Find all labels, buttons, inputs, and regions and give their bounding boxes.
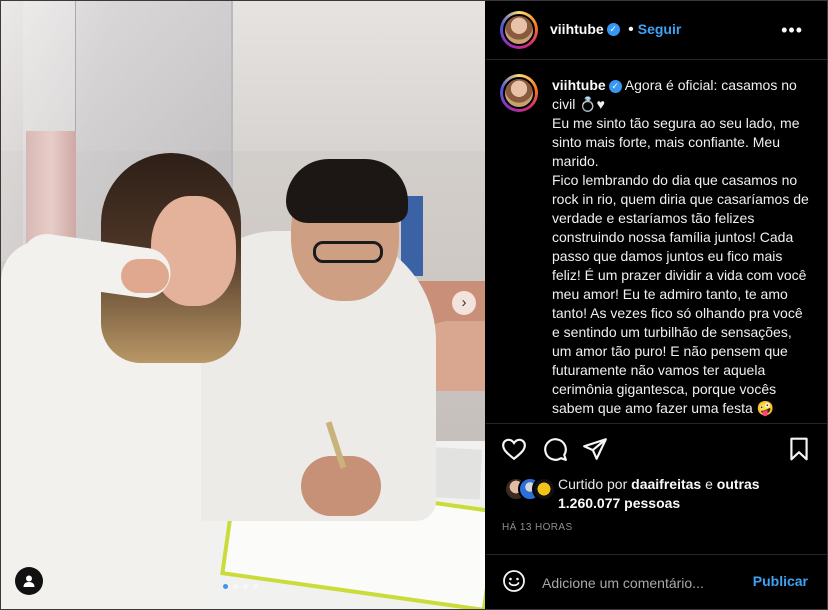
caption-username[interactable]: viihtube [552,77,606,93]
carousel-dot [253,584,258,589]
caption-verified-badge-icon: ✓ [608,79,622,93]
user-tag-icon[interactable] [15,567,43,595]
post-photo[interactable]: › [1,1,485,609]
liker-username[interactable]: daaifreitas [631,476,701,492]
heart-icon[interactable] [501,436,527,462]
bookmark-icon[interactable] [786,436,812,462]
comment-input[interactable] [540,571,744,595]
post-actions [486,423,827,474]
post-side-panel: viihtube ✓ • Seguir ••• viihtube ✓ Agora é … [486,1,827,609]
caption: viihtube ✓ Agora é oficial: casamos no ci… [552,76,814,418]
photo-curtain [26,131,76,251]
photo-man-hair [286,159,408,223]
caption-avatar[interactable] [500,74,538,112]
post-timestamp[interactable]: HÁ 13 HORAS [502,522,573,533]
carousel-dot [223,584,228,589]
chevron-right-icon[interactable]: › [452,291,476,315]
caption-scroll-area[interactable]: viihtube ✓ Agora é oficial: casamos no ci… [486,60,827,420]
avatar[interactable] [500,11,538,49]
likes-summary: Curtido por daaifreitas e outras 1.260.0… [502,475,822,521]
likes-connector: e [705,476,713,492]
user-tag-glyph [23,575,35,587]
carousel-dot [243,584,248,589]
verified-badge-icon: ✓ [606,23,620,37]
emoji-icon[interactable] [502,569,526,593]
carousel-dot [233,584,238,589]
avatar-image [503,14,535,46]
liker-avatar-3[interactable] [532,477,556,501]
follow-button[interactable]: Seguir [638,21,682,37]
comment-icon[interactable] [542,436,568,462]
photo-woman-hand [121,259,169,293]
username[interactable]: viihtube [550,21,604,37]
header-separator: • [628,21,634,38]
likes-prefix: Curtido por [558,476,628,492]
likes-text: Curtido por daaifreitas e outras 1.260.0… [558,475,818,513]
more-horizontal-icon[interactable]: ••• [781,20,803,41]
caption-avatar-image [503,77,535,109]
carousel-indicator [223,584,258,589]
publish-button[interactable]: Publicar [753,573,808,589]
comment-bar: Publicar [486,554,827,610]
photo-glasses [313,241,383,263]
share-icon[interactable] [582,436,608,462]
header-user-line: viihtube ✓ • Seguir [550,21,681,39]
caption-text: Agora é oficial: casamos no civil 💍♥ Eu … [552,77,809,416]
post-header: viihtube ✓ • Seguir ••• [486,1,827,60]
